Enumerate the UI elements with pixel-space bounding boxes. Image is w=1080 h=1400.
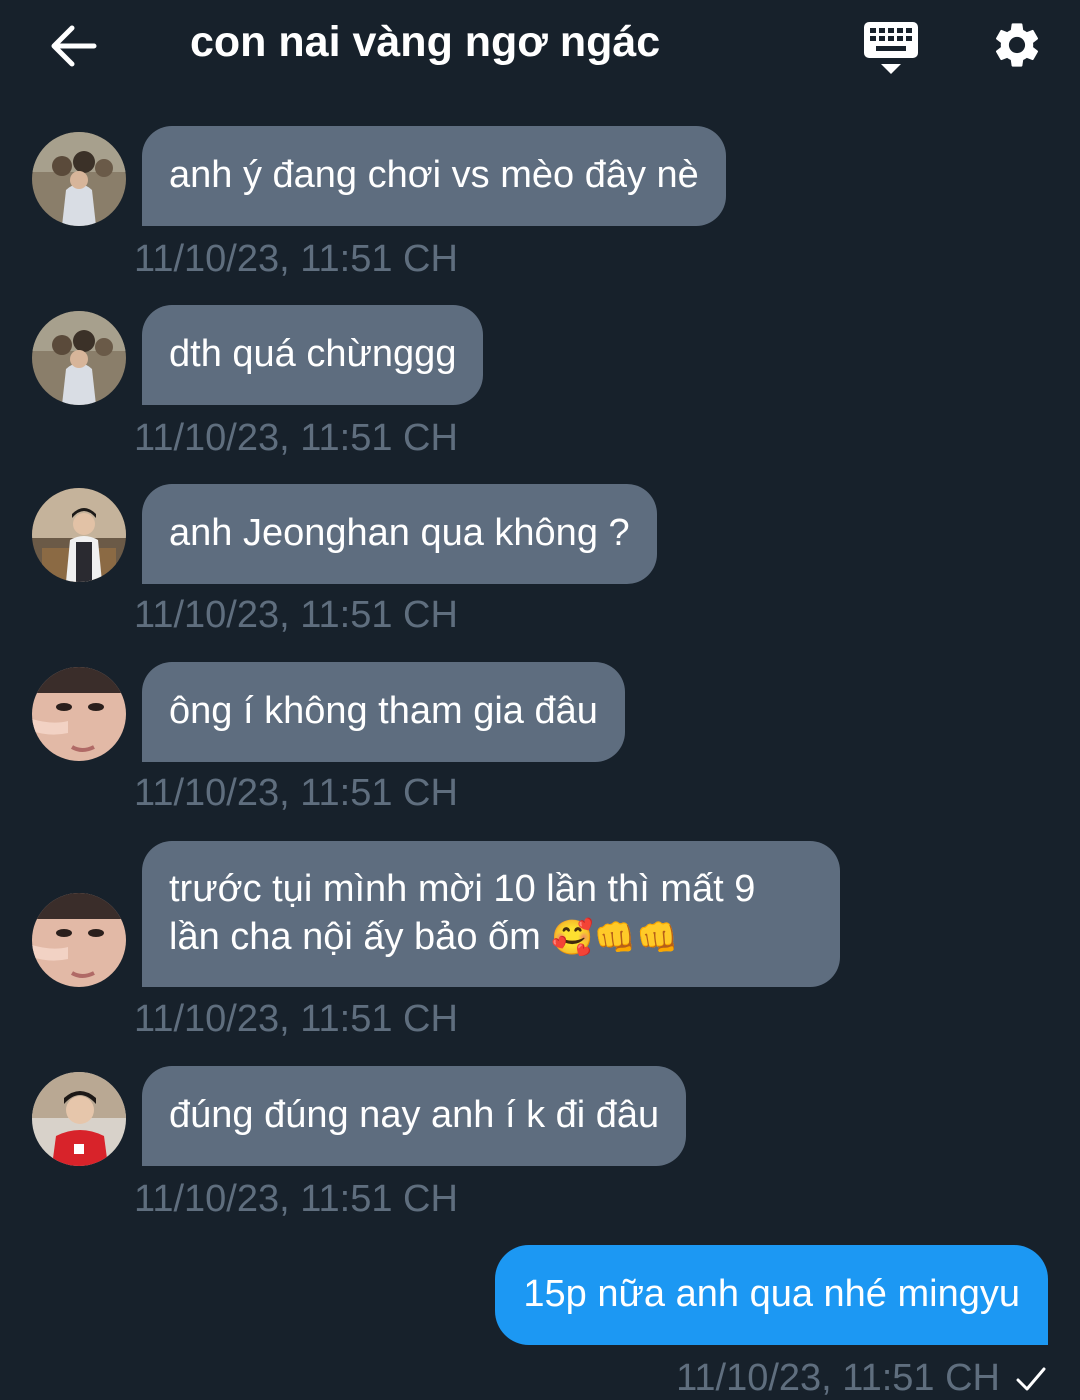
avatar[interactable] <box>32 893 126 987</box>
message-timestamp: 11/10/23, 11:51 CH <box>134 998 458 1040</box>
message-line: trước tụi mình mời 10 lần thì mất 9 <box>169 868 756 910</box>
chat-title: con nai vàng ngơ ngác <box>190 18 661 66</box>
outgoing-timestamp: 11/10/23, 11:51 CH <box>676 1357 1046 1400</box>
message-bubble[interactable]: dth quá chừnggg <box>142 305 484 405</box>
message-bubble[interactable]: anh Jeonghan qua không ? <box>142 484 657 584</box>
message-bubble[interactable]: anh ý đang chơi vs mèo đây nè <box>142 126 726 226</box>
message-timestamp: 11/10/23, 11:51 CH <box>134 417 458 459</box>
arrow-left-icon <box>51 25 97 67</box>
avatar[interactable] <box>32 132 126 226</box>
gear-icon <box>995 23 1039 67</box>
settings-button[interactable] <box>990 18 1044 72</box>
outgoing-time: 11/10/23, 11:51 CH <box>676 1357 1000 1399</box>
message-timestamp: 11/10/23, 11:51 CH <box>134 772 458 814</box>
message-bubble[interactable]: ông í không tham gia đâu <box>142 662 625 762</box>
message-timestamp: 11/10/23, 11:51 CH <box>134 238 458 280</box>
outgoing-message-bubble[interactable]: 15p nữa anh qua nhé mingyu <box>495 1245 1048 1345</box>
keyboard-button[interactable] <box>862 20 920 76</box>
message-timestamp: 11/10/23, 11:51 CH <box>134 594 458 636</box>
emoji-group: 🥰👊👊 <box>551 919 679 957</box>
check-icon <box>1016 1367 1046 1390</box>
back-button[interactable] <box>48 22 100 70</box>
avatar[interactable] <box>32 1072 126 1166</box>
message-bubble[interactable]: đúng đúng nay anh í k đi đâu <box>142 1066 687 1166</box>
message-timestamp: 11/10/23, 11:51 CH <box>134 1178 458 1220</box>
avatar[interactable] <box>32 488 126 582</box>
avatar[interactable] <box>32 311 126 405</box>
message-line: lần cha nội ấy bảo ốm 🥰👊👊 <box>169 916 679 958</box>
keyboard-icon <box>864 22 918 74</box>
avatar[interactable] <box>32 667 126 761</box>
message-bubble[interactable]: trước tụi mình mời 10 lần thì mất 9 lần … <box>142 841 840 987</box>
top-bar: con nai vàng ngơ ngác <box>0 0 1080 92</box>
